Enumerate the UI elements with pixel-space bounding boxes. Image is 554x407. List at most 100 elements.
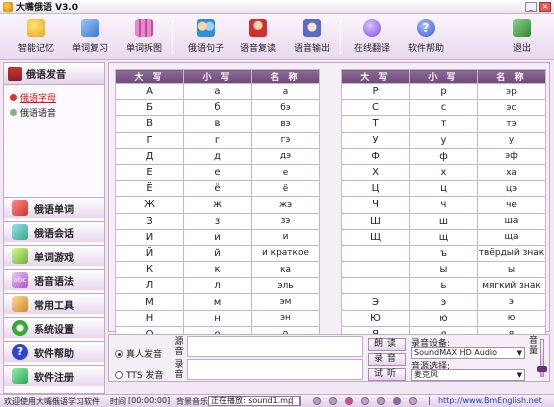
sidebar-item-help[interactable]: ? 软件帮助 <box>4 341 104 362</box>
play-icon[interactable] <box>329 397 337 405</box>
table-cell: ка <box>251 261 320 279</box>
minimize-icon[interactable]: _ <box>525 1 537 12</box>
toolbar-voice-output-button[interactable]: 语音输出 <box>284 17 340 57</box>
device-select[interactable]: SoundMAX HD Audio ▼ <box>411 347 525 359</box>
toolbar-help-button[interactable]: ? 软件帮助 <box>398 17 454 57</box>
table-row[interactable]: Аа а Рр эр <box>115 82 546 101</box>
volume-icon[interactable] <box>409 397 417 405</box>
table-row[interactable]: Кк ка ы ы <box>115 261 546 279</box>
now-playing: 正在播放: sound1.mp3 <box>208 396 302 406</box>
next-icon[interactable] <box>377 397 385 405</box>
table-row[interactable]: Ее е Хх ха <box>115 163 546 182</box>
table-cell: гэ <box>251 131 320 149</box>
table-row[interactable]: Зз зэ Шш ша <box>115 212 546 230</box>
toolbar-translate-button[interactable]: 在线翻译 <box>344 17 400 57</box>
table-row[interactable]: Мм эм Ээ э <box>115 293 546 311</box>
pause-icon[interactable] <box>361 397 369 405</box>
table-cell: твёрдый знак <box>477 244 546 263</box>
toolbar-word-split-button[interactable]: 单词拆图 <box>116 17 172 57</box>
table-cell: е <box>251 163 320 182</box>
sidebar-item-russian-pronunciation[interactable]: 俄语发音 <box>4 63 104 85</box>
volume-slider-handle[interactable] <box>537 366 547 373</box>
table-row[interactable]: Вв вэ Тт тэ <box>115 115 546 133</box>
sidebar-item-word-games[interactable]: 单词游戏 <box>4 245 104 266</box>
sidebar-item-tools[interactable]: 常用工具 <box>4 293 104 314</box>
table-cell: Н <box>115 309 184 327</box>
table-cell: Л <box>115 277 184 295</box>
globe-icon <box>363 19 381 37</box>
sidebar-item-conversation[interactable]: 俄语会话 <box>4 221 104 242</box>
help-icon: ? <box>12 344 28 360</box>
welcome-text: 欢迎使用大嘴俄语学习软件 <box>4 397 100 406</box>
register-icon <box>12 368 28 384</box>
time-value: [00:00:00] <box>128 396 171 405</box>
table-row[interactable]: Жж жэ Чч че <box>115 196 546 214</box>
source-text-area[interactable] <box>187 336 363 357</box>
toolbar-repeat-button[interactable]: 语音复读 <box>230 17 286 57</box>
table-cell: зэ <box>251 212 320 230</box>
table-cell: вэ <box>251 115 320 133</box>
toolbar: 智能记忆 单词复习 单词拆图 俄语句子 语音复读 语音输出 在线翻译 ? 软件帮… <box>0 14 554 60</box>
table-row[interactable]: Ййи краткое ъ твёрдый знак <box>115 244 546 263</box>
people-icon <box>197 19 215 37</box>
column-header: 名 称 <box>477 69 546 84</box>
chevron-down-icon: ▼ <box>516 349 522 357</box>
source-label: 源音 <box>174 337 184 357</box>
toolbar-separator <box>172 20 173 54</box>
toolbar-smart-memory-button[interactable]: 智能记忆 <box>8 17 64 57</box>
close-icon[interactable]: × <box>539 1 551 12</box>
table-cell: дэ <box>251 147 320 165</box>
website-link[interactable]: http://www.BmEnglish.net <box>438 396 542 405</box>
sidebar-item-words[interactable]: 俄语单词 <box>4 197 104 218</box>
table-row[interactable]: Ии и Щщ ща <box>115 228 546 246</box>
source-select[interactable]: 麦克风 ▼ <box>411 369 525 381</box>
table-cell: к <box>183 261 252 279</box>
app-icon <box>3 1 13 12</box>
table-row[interactable]: Бб бэ Сс эс <box>115 99 546 117</box>
prev-icon[interactable] <box>313 397 321 405</box>
sidebar: 俄语发音 俄语字母 俄语语音 俄语单词 俄语会话 单词游戏 abc 语音语法 常… <box>3 62 105 394</box>
table-cell: Х <box>341 163 410 182</box>
sidebar-item-grammar[interactable]: abc 语音语法 <box>4 269 104 290</box>
record-button[interactable]: 录音 <box>368 353 406 366</box>
table-row[interactable]: Нн эн Юю ю <box>115 309 546 327</box>
column-gap <box>319 277 342 294</box>
table-cell <box>341 244 410 263</box>
record-text-area[interactable] <box>187 359 363 380</box>
table-cell: Ж <box>115 196 184 214</box>
sidebar-item-register[interactable]: 软件注册 <box>4 365 104 386</box>
headset-icon <box>303 19 321 37</box>
tts-voice-radio[interactable]: TTS 发音 <box>115 368 163 381</box>
conversation-icon <box>12 224 28 240</box>
table-cell: Ф <box>341 147 410 165</box>
column-gap <box>319 69 342 84</box>
table-cell: и <box>251 228 320 246</box>
column-gap <box>319 148 342 165</box>
stop-icon[interactable] <box>345 397 353 405</box>
sidebar-subitem-phonetics[interactable]: 俄语语音 <box>10 106 56 119</box>
table-cell: г <box>183 131 252 149</box>
table-row[interactable]: Дд дэ Фф эф <box>115 147 546 165</box>
toolbar-sentences-button[interactable]: 俄语句子 <box>178 17 234 57</box>
table-row[interactable]: Лл эль ь мягкий знак <box>115 277 546 295</box>
words-icon <box>12 200 28 216</box>
table-row[interactable]: Ёё ё Цц цэ <box>115 180 546 198</box>
loop-icon[interactable] <box>393 397 401 405</box>
table-cell: А <box>115 82 184 101</box>
sidebar-subitem-alphabet[interactable]: 俄语字母 <box>10 91 56 104</box>
real-voice-radio[interactable]: 真人发音 <box>115 347 162 360</box>
table-cell: Р <box>341 82 410 101</box>
sidebar-item-settings[interactable]: 系统设置 <box>4 317 104 338</box>
toolbar-word-review-button[interactable]: 单词复习 <box>62 17 118 57</box>
table-cell: щ <box>409 228 478 246</box>
table-row[interactable]: Гг гэ Уу у <box>115 131 546 149</box>
listen-button[interactable]: 试听 <box>368 368 406 381</box>
table-cell: эм <box>251 293 320 311</box>
title-bar: 大嘴俄语 V3.0 _ × <box>0 0 554 14</box>
table-cell: и краткое <box>251 244 320 263</box>
read-button[interactable]: 朗读 <box>368 338 406 351</box>
toolbar-exit-button[interactable]: 退出 <box>494 17 550 57</box>
table-cell: р <box>409 82 478 101</box>
status-bar: 欢迎使用大嘴俄语学习软件 时间 [00:00:00] 背景音乐 正在播放: so… <box>0 394 554 407</box>
music-toggle[interactable] <box>292 396 300 406</box>
